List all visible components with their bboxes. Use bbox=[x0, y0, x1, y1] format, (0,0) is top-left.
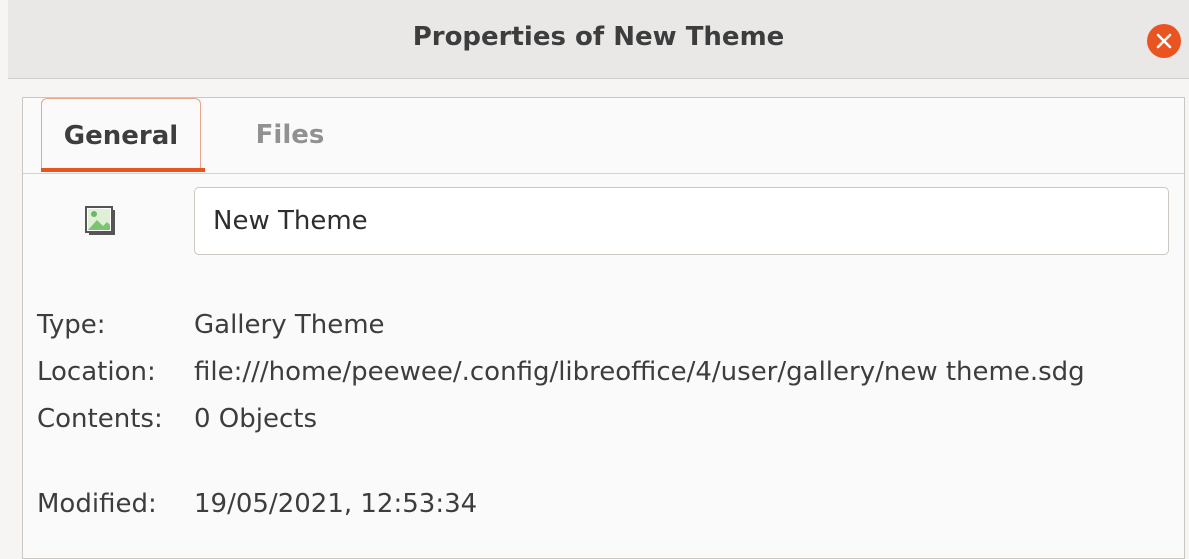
image-icon bbox=[85, 206, 115, 235]
tab-bar: General Files bbox=[23, 98, 1184, 174]
tab-general[interactable]: General bbox=[41, 98, 201, 172]
close-icon bbox=[1156, 33, 1172, 49]
type-label: Type: bbox=[37, 310, 106, 340]
tab-general-label: General bbox=[63, 120, 179, 151]
properties-notebook: General Files Type: Gallery Theme Locati… bbox=[22, 97, 1185, 559]
tab-files-label: Files bbox=[255, 120, 325, 150]
modified-value: 19/05/2021, 12:53:34 bbox=[194, 489, 478, 519]
active-tab-indicator bbox=[41, 168, 205, 172]
theme-name-input[interactable] bbox=[194, 187, 1169, 255]
title-bar: Properties of New Theme bbox=[8, 0, 1189, 79]
type-value: Gallery Theme bbox=[194, 310, 385, 340]
tab-files[interactable]: Files bbox=[235, 98, 345, 172]
location-label: Location: bbox=[37, 357, 156, 387]
window-title: Properties of New Theme bbox=[412, 22, 785, 52]
modified-label: Modified: bbox=[37, 489, 157, 519]
location-value: file:///home/peewee/.config/libreoffice/… bbox=[194, 357, 1085, 387]
close-button[interactable] bbox=[1147, 24, 1181, 58]
contents-value: 0 Objects bbox=[194, 404, 318, 434]
contents-label: Contents: bbox=[37, 404, 163, 434]
